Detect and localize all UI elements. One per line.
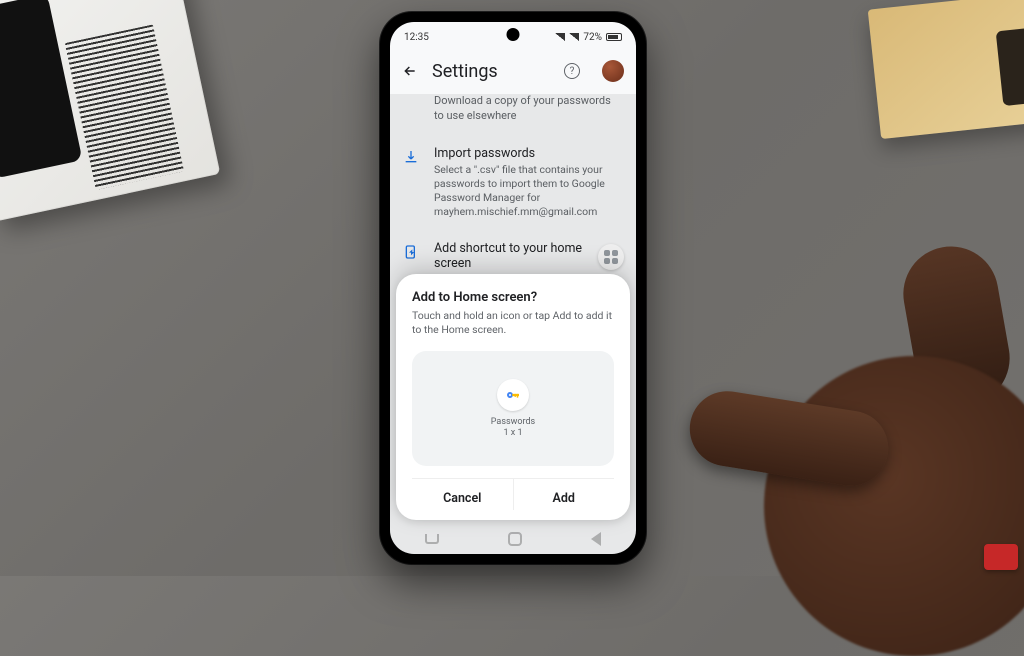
import-passwords-item[interactable]: Import passwords Select a ".csv" file th… [390,134,636,230]
signal-icon [555,33,565,41]
shortcut-title: Add shortcut to your home screen [434,241,622,271]
app-header: Settings ? [390,48,636,94]
import-description: Select a ".csv" file that contains your … [434,163,622,220]
video-watermark [984,544,1018,570]
help-icon[interactable]: ? [564,63,580,79]
nav-recent-icon[interactable] [425,534,439,544]
phone-screen: 12:35 72% Settings ? Download a copy of … [390,22,636,554]
battery-percent: 72% [583,32,602,43]
hand-overlay [644,236,1024,656]
settings-body: Download a copy of your passwords to use… [390,94,636,554]
navigation-bar [390,524,636,554]
battery-icon [606,33,622,41]
widget-preview[interactable]: Passwords 1 x 1 [412,351,614,466]
box-barcode [65,24,184,189]
add-to-home-dialog: Add to Home screen? Touch and hold an ic… [396,274,630,520]
dialog-actions: Cancel Add [412,478,614,510]
import-title: Import passwords [434,146,622,161]
add-button[interactable]: Add [513,479,615,510]
camera-notch [507,28,520,41]
box-phone-image [0,0,83,179]
nav-home-icon[interactable] [508,532,522,546]
product-box: Galaxy A06 [0,0,220,222]
nav-back-icon[interactable] [591,532,601,546]
shortcut-icon [402,243,420,261]
back-icon[interactable] [402,63,418,79]
signal-icon-2 [569,33,579,41]
cancel-button[interactable]: Cancel [412,479,513,510]
grid-chip-icon[interactable] [598,244,624,270]
status-time: 12:35 [404,32,429,43]
dialog-subtitle: Touch and hold an icon or tap Add to add… [412,309,614,337]
wood-block-prop [868,0,1024,139]
passwords-app-icon [497,379,529,411]
page-title: Settings [432,61,550,82]
widget-label: Passwords 1 x 1 [491,417,535,439]
account-avatar[interactable] [602,60,624,82]
download-icon [402,148,420,166]
export-description: Download a copy of your passwords to use… [390,94,636,134]
dialog-title: Add to Home screen? [412,290,614,305]
phone-frame: 12:35 72% Settings ? Download a copy of … [380,12,646,564]
